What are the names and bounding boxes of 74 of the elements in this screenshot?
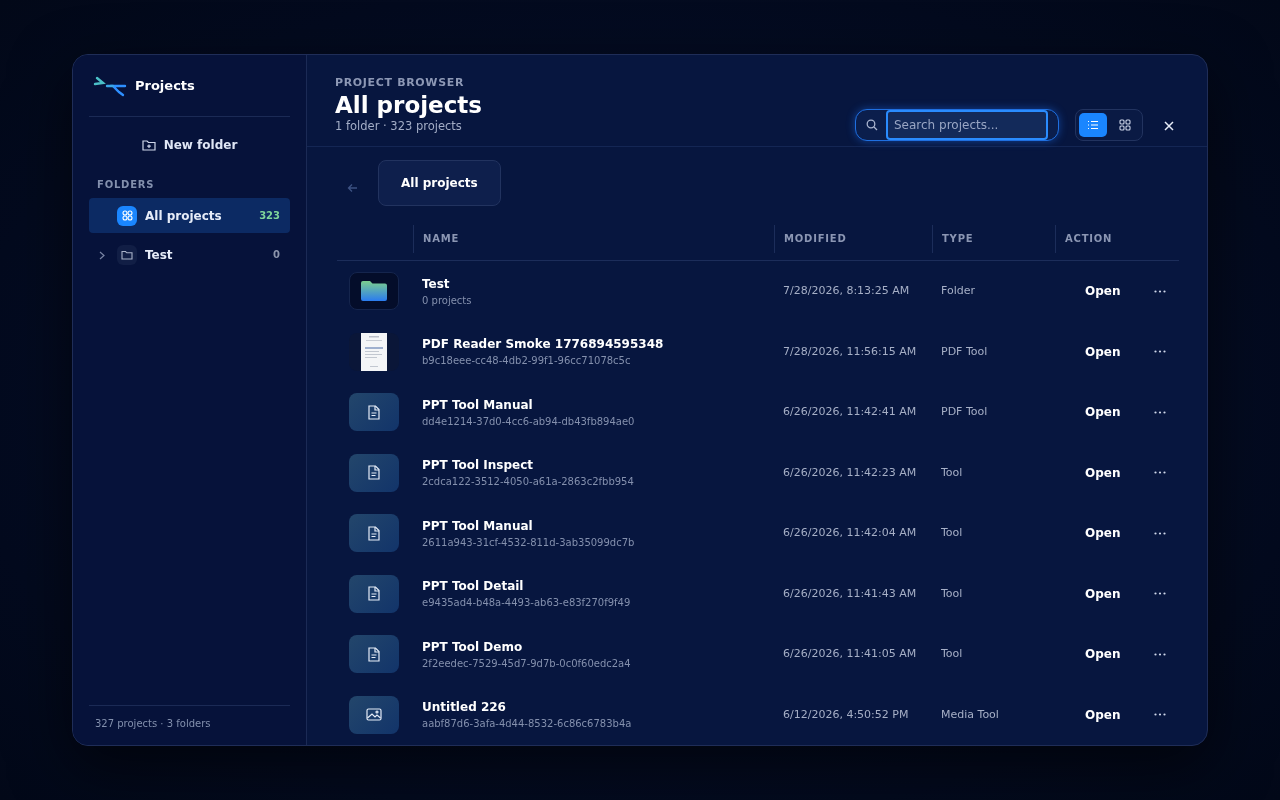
project-type: Tool: [940, 585, 964, 602]
document-icon: [368, 465, 380, 481]
folder-item[interactable]: All projects 323: [89, 198, 290, 233]
project-detail: b9c18eee-cc48-4db2-99f1-96cc71078c5c: [421, 354, 632, 369]
chevron-icon[interactable]: [99, 250, 105, 260]
project-name: PPT Tool Inspect: [421, 457, 535, 475]
project-name: PPT Tool Manual: [421, 396, 534, 414]
project-detail: dd4e1214-37d0-4cc6-ab94-db43fb894ae0: [421, 414, 636, 429]
modified-date: 7/28/2026, 8:13:25 AM: [782, 283, 911, 299]
document-icon: [368, 646, 380, 662]
open-button[interactable]: Open: [1085, 282, 1121, 301]
project-type: Tool: [940, 464, 964, 481]
folder-plus-icon: [141, 139, 156, 151]
open-button[interactable]: Open: [1085, 584, 1121, 603]
modified-date: 6/26/2026, 11:42:23 AM: [782, 464, 918, 481]
page-title: All projects: [335, 91, 482, 118]
modified-date: 7/28/2026, 11:56:15 AM: [782, 343, 918, 360]
sidebar-title: Projects: [135, 76, 195, 95]
column-header: MODIFIED: [774, 224, 932, 253]
folder-count: 0: [273, 248, 280, 262]
document-icon: [368, 525, 380, 541]
page-subtitle: 1 folder · 323 projects: [335, 118, 463, 135]
back-arrow-icon: [347, 182, 358, 193]
project-type: PDF Tool: [940, 404, 989, 420]
project-type: PDF Tool: [940, 343, 989, 360]
search-icon: [866, 119, 878, 131]
list-icon: [1087, 120, 1099, 130]
document-icon: [368, 586, 380, 602]
grid-icon: [121, 210, 133, 221]
project-detail: 0 projects: [421, 293, 473, 308]
project-type: Tool: [940, 646, 964, 662]
project-name: PPT Tool Detail: [421, 578, 525, 596]
image-icon: [366, 708, 382, 722]
eyebrow-label: PROJECT BROWSER: [335, 75, 466, 91]
column-header: TYPE: [932, 224, 1055, 253]
modified-date: 6/26/2026, 11:42:04 AM: [782, 525, 918, 541]
open-button[interactable]: Open: [1085, 524, 1121, 543]
folder-item[interactable]: Test 0: [89, 237, 290, 272]
modified-date: 6/26/2026, 11:41:05 AM: [782, 646, 918, 662]
project-name: PPT Tool Manual: [421, 517, 534, 535]
folder-count: 323: [259, 209, 280, 223]
new-folder-button[interactable]: New folder: [135, 135, 244, 155]
project-detail: 2cdca122-3512-4050-a61a-2863c2fbb954: [421, 475, 635, 490]
section-label: FOLDERS: [96, 178, 156, 192]
breadcrumb-item[interactable]: All projects: [378, 160, 501, 207]
project-name: PDF Reader Smoke 1776894595348: [421, 336, 665, 354]
open-button[interactable]: Open: [1085, 705, 1121, 724]
modified-date: 6/26/2026, 11:42:41 AM: [782, 404, 918, 420]
project-type: Media Tool: [940, 706, 1000, 723]
close-icon: [1163, 119, 1175, 132]
column-header: NAME: [413, 224, 774, 253]
open-button[interactable]: Open: [1085, 342, 1121, 361]
folder-icon: [360, 280, 388, 303]
list-view-button[interactable]: [1079, 113, 1107, 137]
open-button[interactable]: Open: [1085, 403, 1121, 422]
modified-date: 6/26/2026, 11:41:43 AM: [782, 585, 918, 602]
project-type: Tool: [940, 525, 964, 541]
project-detail: e9435ad4-b48a-4493-ab63-e83f270f9f49: [421, 596, 632, 611]
document-icon: [368, 404, 380, 420]
project-detail: 2f2eedec-7529-45d7-9d7b-0c0f60edc2a4: [421, 656, 632, 671]
project-name: Untitled 226: [421, 699, 507, 717]
project-type: Folder: [940, 283, 976, 299]
search-field[interactable]: Search projects...: [855, 109, 1059, 141]
folder-icon: [121, 249, 133, 260]
modified-date: 6/12/2026, 4:50:52 PM: [782, 706, 910, 723]
open-button[interactable]: Open: [1085, 463, 1121, 482]
project-name: Test: [421, 275, 451, 293]
project-name: PPT Tool Demo: [421, 638, 524, 656]
open-button[interactable]: Open: [1085, 645, 1121, 664]
grid-icon: [1119, 119, 1131, 131]
project-detail: aabf87d6-3afa-4d44-8532-6c86c6783b4a: [421, 717, 633, 732]
sidebar-footer: 327 projects · 3 folders: [89, 705, 290, 745]
column-header: ACTION: [1055, 224, 1181, 253]
project-detail: 2611a943-31cf-4532-811d-3ab35099dc7b: [421, 535, 636, 550]
